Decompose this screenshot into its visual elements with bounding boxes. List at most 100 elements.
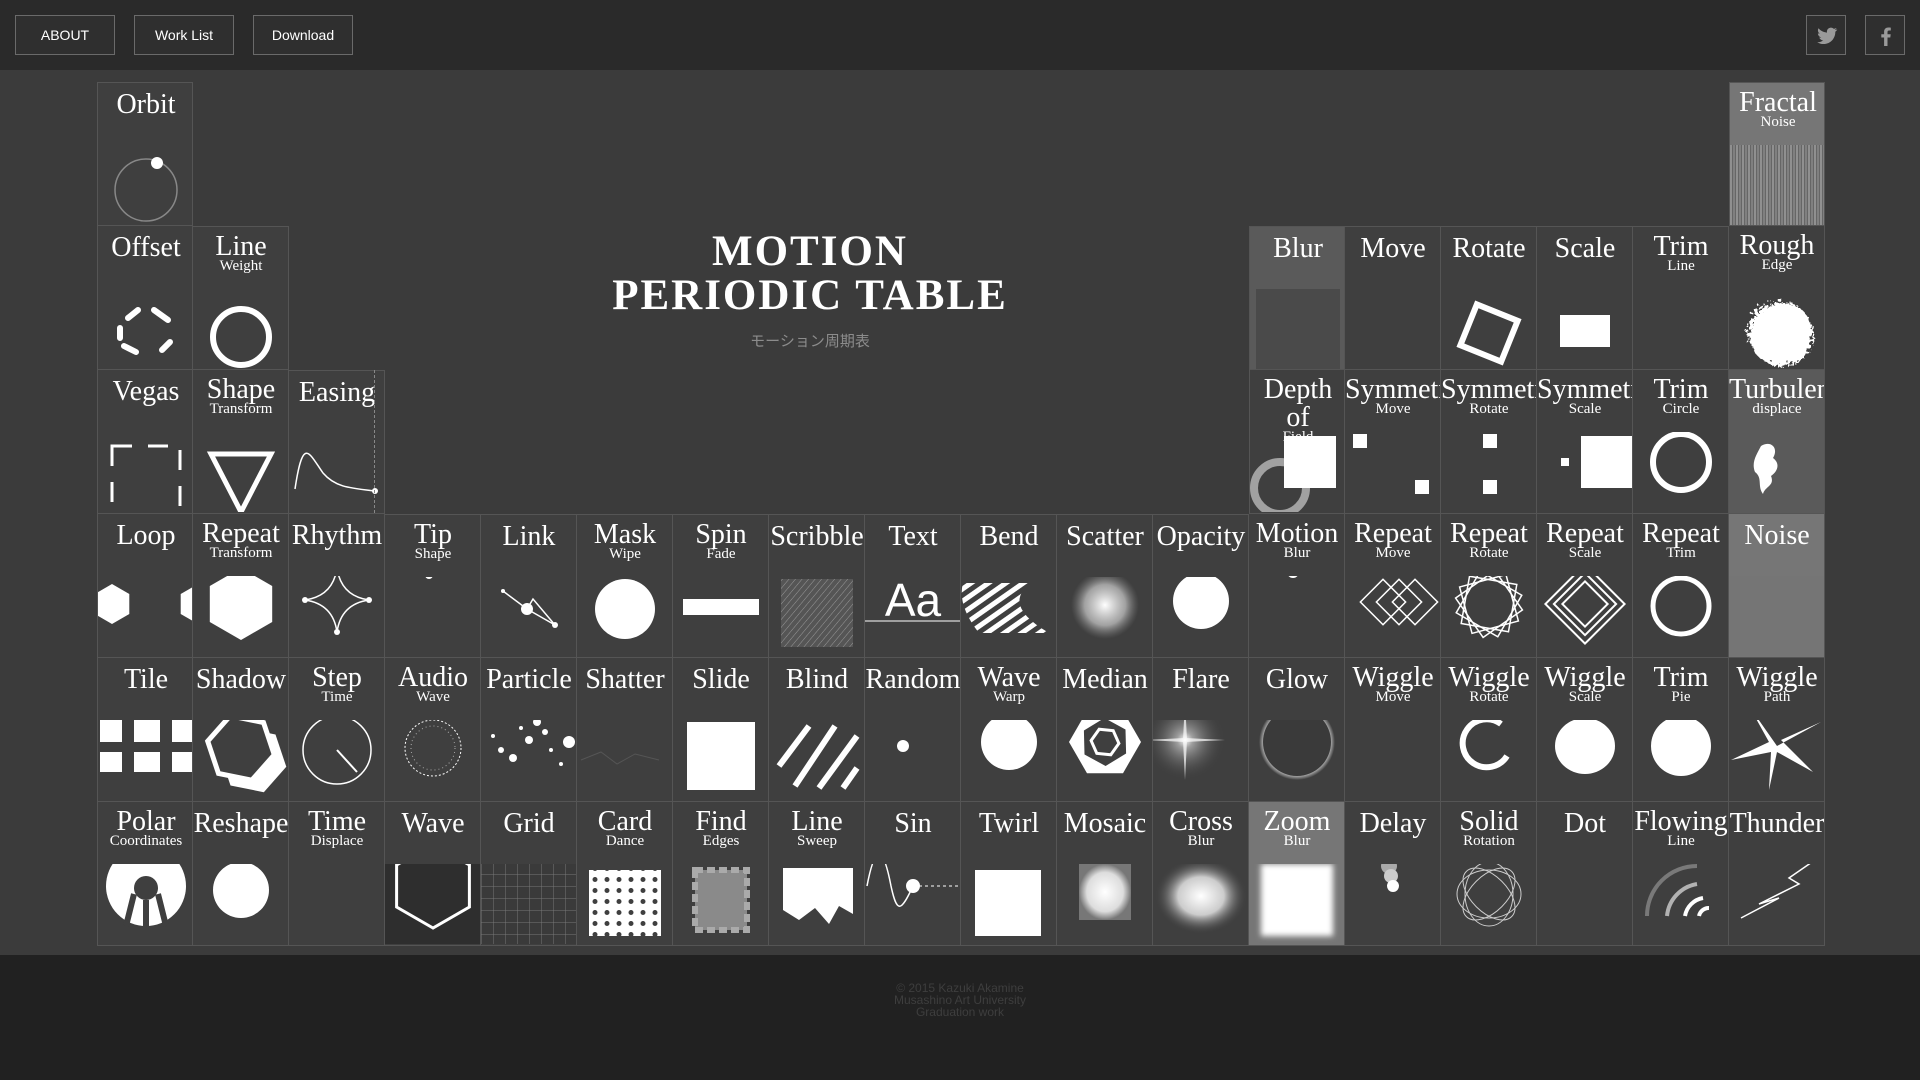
element-median[interactable]: Median — [1057, 658, 1153, 802]
element-trim-circle[interactable]: Trim Circle — [1633, 370, 1729, 514]
element-repeat-trim[interactable]: Repeat Trim — [1633, 514, 1729, 658]
element-vegas[interactable]: Vegas — [97, 370, 193, 514]
element-slide[interactable]: Slide — [673, 658, 769, 802]
element-fractal-noise[interactable]: Fractal Noise — [1729, 82, 1825, 226]
element-label-line-1: Tile — [123, 664, 169, 695]
element-symmetric-scale[interactable]: SymmetricScale — [1537, 370, 1633, 514]
element-wave[interactable]: Wave — [385, 802, 481, 946]
element-label: Turbulentdisplace — [1729, 376, 1824, 417]
element-label-line-2: Sweep — [797, 833, 837, 849]
element-label: Reshape — [193, 810, 288, 838]
element-orbit[interactable]: Orbit — [97, 82, 193, 226]
element-line-sweep[interactable]: Line Sweep — [769, 802, 865, 946]
element-dot[interactable]: Dot — [1537, 802, 1633, 946]
element-blur[interactable]: Blur — [1249, 226, 1345, 370]
element-loop[interactable]: Loop — [97, 514, 193, 658]
element-wiggle-move[interactable]: Wiggle Move — [1345, 658, 1441, 802]
element-grid[interactable]: Grid — [481, 802, 577, 946]
element-delay[interactable]: Delay — [1345, 802, 1441, 946]
flare-icon — [1153, 720, 1225, 780]
element-shatter[interactable]: Shatter — [577, 658, 673, 802]
element-rhythm[interactable]: Rhythm — [289, 514, 385, 658]
download-button[interactable]: Download — [253, 15, 353, 55]
work-list-button[interactable]: Work List — [134, 15, 234, 55]
element-label: Shatter — [577, 666, 672, 694]
element-symmetric-rotate[interactable]: SymmetricRotate — [1441, 370, 1537, 514]
element-cross-blur[interactable]: Cross Blur — [1153, 802, 1249, 946]
element-repeat-move[interactable]: Repeat Move — [1345, 514, 1441, 658]
element-zoom-blur[interactable]: Zoom Blur — [1249, 802, 1345, 946]
element-noise[interactable]: Noise — [1729, 514, 1825, 658]
top-navigation-bar: ABOUT Work List Download — [0, 0, 1920, 70]
element-label-line-2: Fade — [706, 546, 736, 562]
element-wiggle-rotate[interactable]: Wiggle Rotate — [1441, 658, 1537, 802]
facebook-button[interactable] — [1865, 15, 1905, 55]
element-text[interactable]: Text Aa — [865, 514, 961, 658]
element-bend[interactable]: Bend — [961, 514, 1057, 658]
element-scatter[interactable]: Scatter — [1057, 514, 1153, 658]
element-repeat-transform[interactable]: Repeat Transform — [193, 514, 289, 658]
element-mask-wipe[interactable]: Mask Wipe — [577, 514, 673, 658]
element-reshape[interactable]: Reshape — [193, 802, 289, 946]
element-offset[interactable]: Offset — [97, 226, 193, 370]
shape-transform-icon — [206, 451, 276, 512]
element-time-displace[interactable]: Time Displace — [289, 802, 385, 946]
element-card-dance[interactable]: Card Dance — [577, 802, 673, 946]
element-flare[interactable]: Flare — [1153, 658, 1249, 802]
element-label: Flare — [1153, 666, 1248, 694]
element-blind[interactable]: Blind — [769, 658, 865, 802]
element-shape-transform[interactable]: Shape Transform — [193, 370, 289, 514]
element-scribble[interactable]: Scribble — [769, 514, 865, 658]
element-wave-warp[interactable]: Wave Warp — [961, 658, 1057, 802]
element-thunder[interactable]: Thunder — [1729, 802, 1825, 946]
element-shadow[interactable]: Shadow — [193, 658, 289, 802]
element-motion-blur[interactable]: Motion Blur — [1249, 514, 1345, 658]
element-depth-of-field[interactable]: Depth of Field — [1249, 370, 1345, 514]
twitter-button[interactable] — [1806, 15, 1846, 55]
element-label-line-1: Particle — [486, 664, 572, 695]
element-label: Line Sweep — [769, 808, 864, 849]
element-polar-coordinates[interactable]: Polar Coordinates — [97, 802, 193, 946]
element-solid-rotation[interactable]: Solid Rotation — [1441, 802, 1537, 946]
element-find-edges[interactable]: Find Edges — [673, 802, 769, 946]
element-tile[interactable]: Tile — [97, 658, 193, 802]
element-label: Motion Blur — [1249, 520, 1344, 561]
element-label: Thunder — [1729, 810, 1824, 838]
element-step-time[interactable]: Step Time — [289, 658, 385, 802]
element-rough-edge[interactable]: Rough Edge — [1729, 226, 1825, 370]
element-random[interactable]: Random — [865, 658, 961, 802]
element-repeat-rotate[interactable]: Repeat Rotate — [1441, 514, 1537, 658]
element-wiggle-path[interactable]: Wiggle Path — [1729, 658, 1825, 802]
element-easing[interactable]: Easing — [289, 370, 385, 514]
element-trim-pie[interactable]: Trim Pie — [1633, 658, 1729, 802]
fractal-noise-icon — [1730, 145, 1824, 225]
element-move[interactable]: Move — [1345, 226, 1441, 370]
element-glow[interactable]: Glow — [1249, 658, 1345, 802]
element-line-weight[interactable]: Line Weight — [193, 226, 289, 370]
element-rotate[interactable]: Rotate — [1441, 226, 1537, 370]
element-sin[interactable]: Sin — [865, 802, 961, 946]
element-particle[interactable]: Particle — [481, 658, 577, 802]
element-trim-line[interactable]: Trim Line — [1633, 226, 1729, 370]
element-audio-wave[interactable]: Audio Wave — [385, 658, 481, 802]
element-tip-shape[interactable]: Tip Shape — [385, 514, 481, 658]
element-repeat-scale[interactable]: Repeat Scale — [1537, 514, 1633, 658]
element-label-line-2: Coordinates — [109, 833, 183, 849]
element-spin-fade[interactable]: Spin Fade — [673, 514, 769, 658]
element-opacity[interactable]: Opacity — [1153, 514, 1249, 658]
element-scale[interactable]: Scale — [1537, 226, 1633, 370]
element-label-line-2: Rotation — [1463, 833, 1515, 849]
element-label: Trim Line — [1633, 233, 1728, 274]
element-label-line-1: Opacity — [1156, 521, 1246, 552]
random-icon — [897, 740, 909, 752]
element-flowing-line[interactable]: Flowing Line — [1633, 802, 1729, 946]
element-symmetric-move[interactable]: SymmetricMove — [1345, 370, 1441, 514]
element-wiggle-scale[interactable]: Wiggle Scale — [1537, 658, 1633, 802]
about-button[interactable]: ABOUT — [15, 15, 115, 55]
element-mosaic[interactable]: Mosaic — [1057, 802, 1153, 946]
element-link[interactable]: Link — [481, 514, 577, 658]
element-label: Delay — [1345, 810, 1440, 838]
element-turbulent-displace[interactable]: Turbulentdisplace — [1729, 370, 1825, 514]
element-label-line-1: Glow — [1265, 664, 1329, 695]
element-twirl[interactable]: Twirl — [961, 802, 1057, 946]
